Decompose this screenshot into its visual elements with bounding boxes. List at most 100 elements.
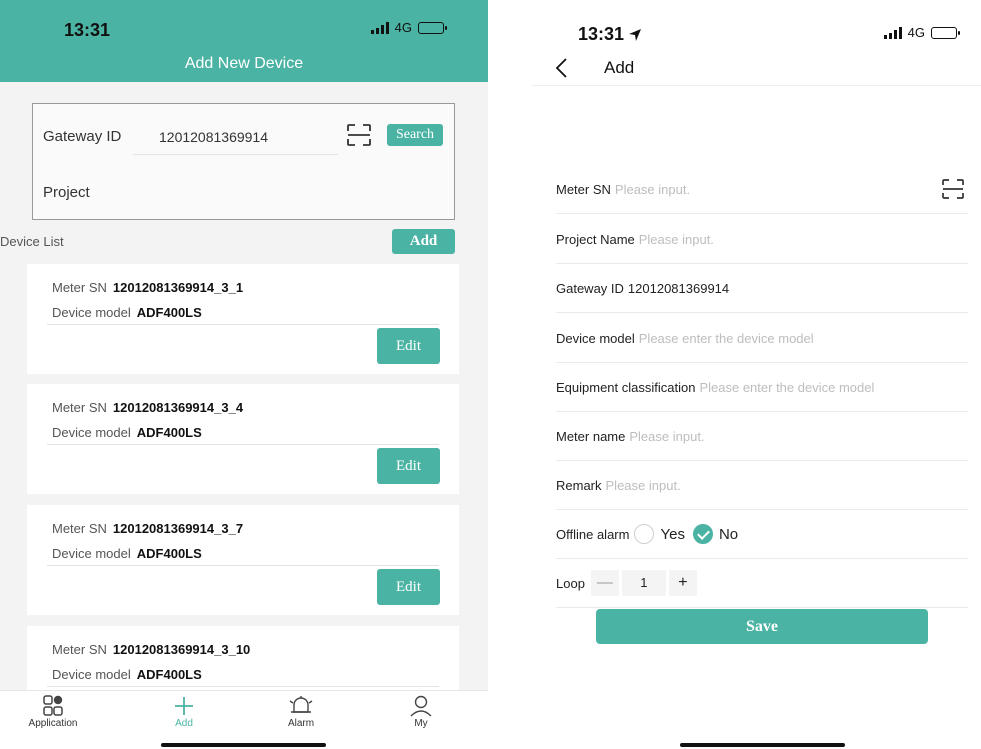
home-indicator <box>680 743 845 747</box>
scan-icon[interactable] <box>941 178 965 200</box>
radio-no-checked-icon[interactable] <box>692 524 713 544</box>
radio-yes-label: Yes <box>660 525 685 543</box>
edit-button[interactable]: Edit <box>377 328 440 364</box>
gateway-id-label: Gateway ID <box>556 280 624 296</box>
device-model-label: Device model <box>556 330 635 346</box>
meter-sn-label: Meter SN <box>52 642 107 657</box>
left-phone-screen: 13:31 4G Add New Device Gateway ID 12012… <box>0 0 488 749</box>
back-arrow-icon[interactable] <box>552 56 572 80</box>
remark-input[interactable]: Please input. <box>606 478 681 493</box>
signal-icon <box>883 26 902 39</box>
status-time: 13:31 <box>64 20 111 40</box>
page-title: Add <box>604 58 635 77</box>
tab-add-label: Add <box>175 718 193 729</box>
meter-sn-input[interactable]: Please input. <box>615 182 690 197</box>
status-time-group: 13:31 <box>578 24 642 45</box>
project-name-row: Project Name Please input. <box>556 215 968 264</box>
radio-yes[interactable]: Yes <box>634 524 692 544</box>
card-divider <box>47 444 439 445</box>
status-icons: 4G <box>883 25 960 40</box>
status-icons: 4G <box>370 20 447 35</box>
device-list-label: Device List <box>0 234 64 249</box>
equipment-classification-input[interactable]: Please enter the device model <box>699 380 874 395</box>
edit-button[interactable]: Edit <box>377 569 440 605</box>
radio-yes-circle[interactable] <box>634 524 655 544</box>
loop-label: Loop <box>556 575 585 591</box>
signal-icon <box>370 21 389 34</box>
card-divider <box>47 324 439 325</box>
home-indicator <box>161 743 326 747</box>
card-divider <box>47 565 439 566</box>
page-title: Add New Device <box>184 55 304 72</box>
bell-icon <box>289 696 313 713</box>
card-divider <box>47 686 439 687</box>
right-phone-screen: 13:31 4G Add Meter SN Please input. Proj… <box>532 0 981 749</box>
radio-no[interactable]: No <box>692 524 746 544</box>
meter-sn-value: 12012081369914_3_10 <box>112 642 251 657</box>
tab-application[interactable]: Application <box>8 695 98 729</box>
offline-alarm-label: Offline alarm <box>556 526 630 542</box>
gateway-panel: Gateway ID 12012081369914 Search Project <box>32 103 455 220</box>
tab-add[interactable]: Add <box>139 695 229 729</box>
radio-no-label: No <box>718 525 739 543</box>
loop-value[interactable]: 1 <box>621 570 666 596</box>
gateway-id-row: Gateway ID 12012081369914 <box>556 264 968 313</box>
equipment-classification-row: Equipment classification Please enter th… <box>556 363 968 412</box>
device-card: Meter SN 12012081369914_3_1 Device model A… <box>27 264 459 374</box>
tab-my[interactable]: My <box>376 695 466 729</box>
scan-icon[interactable] <box>346 123 372 147</box>
device-model-row: Device model Please enter the device mod… <box>556 314 968 363</box>
meter-sn-label: Meter SN <box>52 521 107 536</box>
gateway-id-underline <box>133 154 338 155</box>
meter-sn-value: 12012081369914_3_7 <box>112 521 244 536</box>
meter-name-input[interactable]: Please input. <box>629 429 704 444</box>
search-button[interactable]: Search <box>387 124 443 146</box>
battery-icon <box>418 21 447 34</box>
battery-icon <box>931 26 960 39</box>
project-label: Project <box>43 184 90 201</box>
network-type: 4G <box>907 25 925 40</box>
nav-bar: Add <box>532 52 981 86</box>
device-model-label: Device model <box>52 305 131 320</box>
plus-icon <box>175 697 193 715</box>
loop-row: Loop — 1 + <box>556 559 968 608</box>
loop-decrement-button[interactable]: — <box>590 570 619 596</box>
meter-sn-value: 12012081369914_3_4 <box>112 400 244 415</box>
tab-my-label: My <box>414 718 428 729</box>
device-model-value: ADF400LS <box>136 667 202 682</box>
status-time: 13:31 <box>578 24 625 44</box>
device-model-value: ADF400LS <box>136 305 202 320</box>
application-icon <box>43 695 63 716</box>
offline-alarm-row: Offline alarm Yes No <box>556 510 968 559</box>
tab-application-label: Application <box>28 718 78 729</box>
device-model-label: Device model <box>52 546 131 561</box>
user-icon <box>410 695 432 717</box>
device-model-input[interactable]: Please enter the device model <box>639 331 814 346</box>
gateway-id-value[interactable]: 12012081369914 <box>628 281 729 296</box>
gateway-id-field[interactable]: 12012081369914 <box>159 129 268 145</box>
meter-sn-row: Meter SN Please input. <box>556 165 968 214</box>
loop-stepper[interactable]: — 1 + <box>590 570 697 596</box>
add-device-button[interactable]: Add <box>392 229 455 254</box>
meter-sn-value: 12012081369914_3_1 <box>112 280 244 295</box>
device-model-value: ADF400LS <box>136 546 202 561</box>
meter-sn-label: Meter SN <box>52 400 107 415</box>
project-name-input[interactable]: Please input. <box>639 232 714 247</box>
device-card: Meter SN 12012081369914_3_4 Device model A… <box>27 384 459 494</box>
loop-increment-button[interactable]: + <box>668 570 697 596</box>
meter-sn-label: Meter SN <box>52 280 107 295</box>
tab-alarm-label: Alarm <box>287 718 315 729</box>
remark-label: Remark <box>556 477 602 493</box>
meter-name-row: Meter name Please input. <box>556 412 968 461</box>
meter-name-label: Meter name <box>556 428 626 444</box>
device-card: Meter SN 12012081369914_3_7 Device model A… <box>27 505 459 615</box>
save-button[interactable]: Save <box>596 609 928 644</box>
meter-sn-label: Meter SN <box>556 181 611 197</box>
edit-button[interactable]: Edit <box>377 448 440 484</box>
device-model-label: Device model <box>52 667 131 682</box>
remark-row: Remark Please input. <box>556 461 968 510</box>
bottom-tab-bar: Application Add Alarm My <box>0 690 488 749</box>
tab-alarm[interactable]: Alarm <box>256 695 346 729</box>
network-type: 4G <box>394 20 412 35</box>
project-name-label: Project Name <box>556 231 635 247</box>
